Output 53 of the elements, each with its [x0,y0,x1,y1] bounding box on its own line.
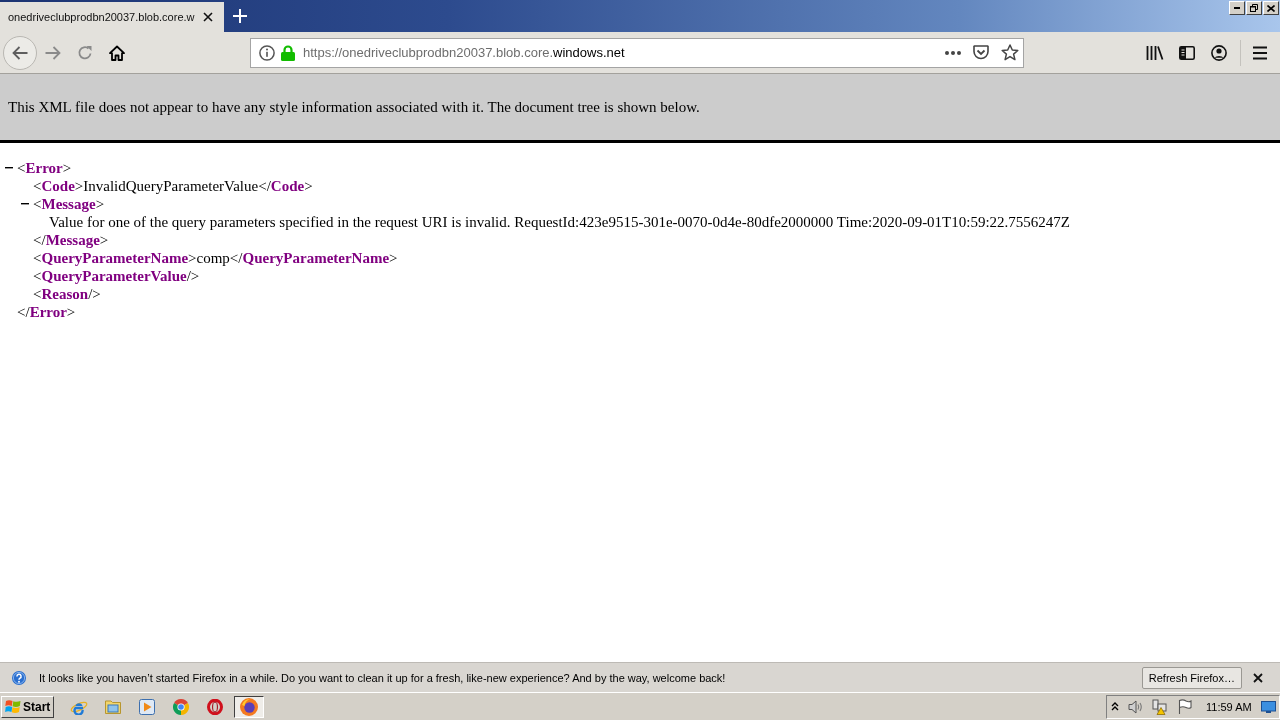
minimize-button[interactable] [1229,1,1245,15]
lock-icon[interactable] [281,44,295,61]
ring-icon [207,698,223,715]
close-button[interactable] [1263,1,1279,15]
flag-icon[interactable] [1178,699,1192,714]
xml-line: Value for one of the query parameters specified in the request URI is invalid. RequestId:423e9515-301e-0070-0d4e-80dfe2000000 Time:2020-09-01T10:59:22.7556247Z [49,213,1071,231]
xml-line: <Reason/> [33,285,101,303]
close-icon[interactable] [203,12,213,22]
refresh-button[interactable]: Refresh Firefox… [1141,666,1242,689]
url-text: https://onedriveclubprodbn20037.blob.core.windows.net [303,45,625,60]
star-icon[interactable] [1001,44,1019,61]
clock-text: 11:59 AM [1206,700,1252,713]
close-icon[interactable] [1253,672,1263,683]
restore-button[interactable] [1246,1,1262,15]
xml-line: <QueryParameterName>comp</QueryParameterName> [33,249,398,267]
play-icon [139,698,155,715]
close-icon [1267,4,1275,12]
restore-icon [1250,4,1258,12]
home-icon[interactable] [109,44,125,61]
orb-icon [240,697,258,716]
sidebar-icon[interactable] [1179,45,1195,60]
xml-open-tag: <Error> [17,159,72,177]
browser-tab[interactable]: onedriveclubprodbn20037.blob.core.w [0,2,224,32]
reload-icon[interactable] [77,44,93,61]
xml-close-tag: </Message> [33,231,109,249]
speaker-icon[interactable] [1128,698,1144,715]
chevron-up-icon[interactable] [1111,702,1119,711]
minimize-icon [1234,7,1240,9]
plus-icon[interactable] [233,9,247,23]
back-button[interactable] [3,35,37,70]
notification-message: It looks like you haven’t started Firefox in a while. Do you want to clean it up for a fresh, like-new experience? And by the way, welcome back! [39,671,726,684]
arrow-right-icon[interactable] [45,45,61,60]
arrow-left-icon [12,45,28,60]
account-icon[interactable] [1211,44,1227,61]
network-warning-icon[interactable] [1152,698,1168,715]
xml-line: <Code>InvalidQueryParameterValue</Code> [33,177,313,195]
taskbar-button[interactable] [234,695,264,718]
xml-notice-text: This XML file does not appear to have any style information associated with it. The document tree is shown below. [8,98,701,116]
info-icon[interactable] [259,44,275,61]
library-icon[interactable] [1146,44,1164,61]
xml-line: <QueryParameterValue/> [33,267,200,285]
folder-icon [105,699,121,714]
menu-icon[interactable] [1252,45,1268,60]
start-button[interactable]: Start [1,695,54,718]
xml-open-tag: <Message> [33,195,105,213]
more-dots-icon[interactable] [945,50,961,55]
help-icon [12,670,26,685]
flag-logo-icon [5,699,21,714]
show-desktop-icon[interactable] [1260,700,1276,713]
xml-close-tag: </Error> [17,303,76,321]
segmented-circle-icon [173,698,189,715]
pocket-icon[interactable] [973,45,989,60]
address-field[interactable]: https://onedriveclubprodbn20037.blob.core.windows.net [250,37,1024,68]
